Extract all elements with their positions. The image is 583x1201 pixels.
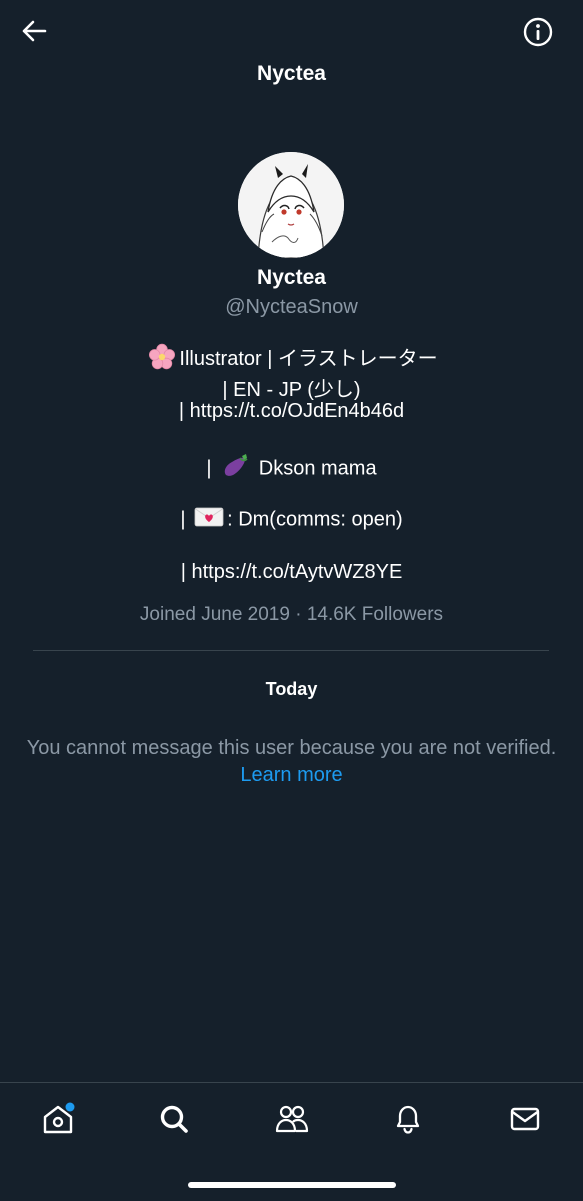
bio-line-4: | Dkson mama — [0, 452, 583, 486]
nav-notifications[interactable] — [388, 1099, 428, 1139]
bio-line-4-prefix: | — [206, 457, 212, 480]
communities-icon — [275, 1105, 309, 1133]
bio-line-5-prefix: | — [180, 508, 186, 531]
home-icon — [43, 1102, 75, 1134]
bio-line-1: Illustrator | イラストレーター — [0, 342, 583, 377]
info-button[interactable] — [520, 14, 556, 50]
avatar[interactable] — [238, 152, 344, 258]
profile-meta: Joined June 2019 · 14.6K Followers — [139, 604, 444, 625]
page-title: Nyctea — [257, 62, 326, 85]
cherry-blossom-icon — [148, 343, 176, 377]
notice-text: You cannot message this user because you… — [26, 737, 557, 759]
profile-handle[interactable]: @NycteaSnow — [0, 296, 583, 319]
day-separator: Today — [265, 679, 318, 699]
nav-search[interactable] — [154, 1099, 194, 1139]
learn-more-link[interactable]: Learn more — [240, 764, 342, 786]
nav-communities[interactable] — [272, 1099, 312, 1139]
bio-link-1[interactable]: | https://t.co/OJdEn4b46d — [0, 400, 583, 423]
bio-line-4-text: Dkson mama — [258, 457, 377, 480]
bio-line-1-text: Illustrator | イラストレーター — [179, 348, 438, 370]
back-button[interactable] — [16, 13, 52, 49]
eggplant-icon — [220, 452, 250, 486]
avatar-image — [238, 152, 344, 258]
verification-notice: You cannot message this user because you… — [24, 735, 559, 789]
search-icon — [160, 1105, 188, 1133]
profile-display-name[interactable]: Nyctea — [0, 266, 583, 290]
divider — [33, 650, 549, 651]
mail-icon — [510, 1107, 540, 1131]
notification-badge — [65, 1102, 75, 1112]
info-circle-icon — [523, 17, 553, 47]
bio-link-2[interactable]: | https://t.co/tAytvWZ8YE — [0, 561, 583, 584]
bottom-nav — [0, 1082, 583, 1201]
nav-home[interactable] — [38, 1099, 78, 1139]
bio-line-5-text: : Dm(comms: open) — [227, 508, 403, 531]
nav-messages[interactable] — [505, 1099, 545, 1139]
arrow-left-icon — [22, 20, 47, 42]
love-letter-icon — [194, 506, 224, 534]
bio-line-5: | : Dm(comms: open) — [0, 506, 583, 534]
home-indicator — [188, 1182, 396, 1188]
bio-line-2: | EN - JP (少し) — [222, 379, 361, 401]
bell-icon — [396, 1105, 420, 1134]
